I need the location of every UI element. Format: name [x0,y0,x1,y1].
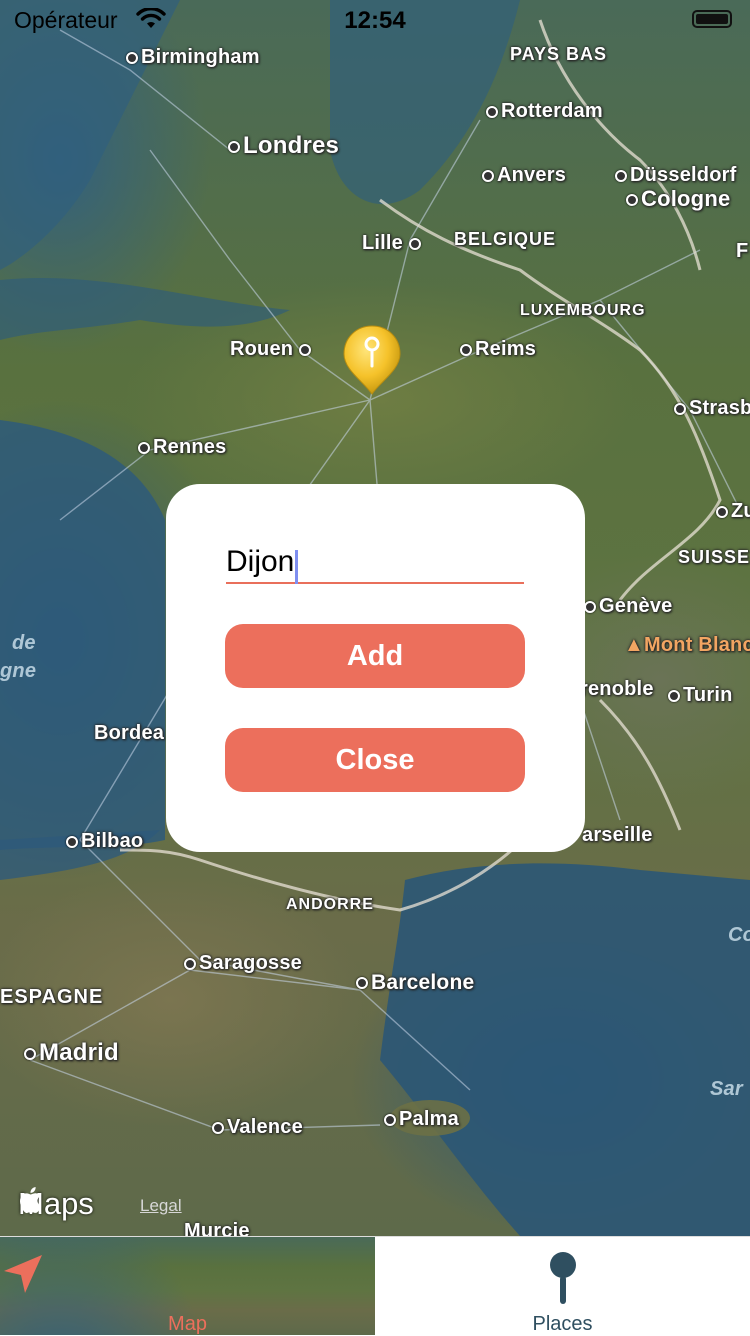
city-label-rennes[interactable]: Rennes [138,436,226,459]
city-dot [24,1047,36,1060]
city-label-anvers[interactable]: Anvers [482,164,566,187]
city-label-reims[interactable]: Reims [460,338,536,361]
add-button[interactable]: Add [225,624,525,688]
city-label-rotterdam[interactable]: Rotterdam [486,100,603,123]
country-label-suisse: SUISSE [678,547,750,567]
city-label-marseille[interactable]: arseille [582,824,653,847]
city-label-f-edge[interactable]: F [736,240,748,263]
map-pin-icon [375,1251,750,1307]
city-dot [668,689,680,702]
city-dot [138,441,150,454]
legal-link[interactable]: Legal [140,1196,182,1216]
city-dot [408,237,421,250]
country-label-andorre: ANDORRE [286,896,374,913]
city-label-zu[interactable]: Zu [716,500,750,523]
city-dot [66,835,78,848]
status-bar: Opérateur 12:54 [0,0,750,40]
city-label-rouen[interactable]: Rouen [230,338,314,361]
mountain-icon: ▲ [624,634,644,656]
status-time: 12:54 [344,7,406,34]
city-label-turin[interactable]: Turin [668,684,733,707]
sea-label-golfe-1: de [12,632,36,654]
city-dot [228,140,240,153]
city-label-saragosse[interactable]: Saragosse [184,952,302,975]
city-dot [482,169,494,182]
city-dot [716,505,728,518]
city-dot [460,343,472,356]
country-label-espagne: ESPAGNE [0,986,104,1008]
city-label-palma[interactable]: Palma [384,1108,459,1131]
apple-maps-logo: Maps [18,1186,94,1221]
tab-map-label: Map [168,1313,207,1335]
city-label-cologne[interactable]: Cologne [626,186,730,212]
city-label-murcie[interactable]: Murcie [184,1220,250,1236]
city-label-valence[interactable]: Valence [212,1116,303,1139]
country-label-luxembourg: LUXEMBOURG [520,302,646,319]
city-dot [384,1113,396,1126]
city-dot [626,194,638,207]
place-name-input[interactable]: Dijon [226,542,524,584]
place-name-input-value: Dijon [226,545,295,578]
battery-fill [696,14,728,24]
tab-bar: Map Places [0,1236,750,1335]
city-label-bordeaux[interactable]: Bordea [94,722,164,745]
peak-label-mont-blanc[interactable]: ▲Mont Blanc [624,634,750,657]
city-dot [212,1121,224,1134]
city-dot [615,169,627,182]
close-button[interactable]: Close [225,728,525,792]
city-label-londres[interactable]: Londres [228,132,339,160]
city-label-dusseldorf[interactable]: Düsseldorf [615,164,736,187]
city-dot [126,51,138,64]
add-place-dialog: Dijon Add Close [166,484,585,852]
city-dot [184,957,196,970]
battery-icon [692,10,732,28]
city-dot [674,402,686,415]
tab-places-label: Places [532,1313,593,1335]
sea-label-co-edge: Co [728,924,750,946]
city-dot [356,977,368,990]
sea-label-sar-edge: Sar [710,1078,743,1100]
city-dot [486,105,498,118]
city-label-geneve[interactable]: Genève [584,595,672,618]
country-label-pays-bas: PAYS BAS [510,44,608,64]
apple-icon [20,1187,42,1214]
city-label-barcelone[interactable]: Barcelone [356,971,474,995]
city-label-birmingham[interactable]: Birmingham [126,46,260,69]
tab-places[interactable]: Places [375,1237,750,1335]
city-label-grenoble[interactable]: renoble [580,678,654,701]
sea-label-golfe-2: gne [0,660,37,682]
city-dot [298,343,311,356]
city-label-lille[interactable]: Lille [362,232,424,255]
city-label-bilbao[interactable]: Bilbao [66,830,143,853]
text-caret [295,549,299,584]
city-dot [584,600,596,613]
city-label-madrid[interactable]: Madrid [24,1039,119,1067]
tab-map[interactable]: Map [0,1237,375,1335]
country-label-belgique: BELGIQUE [454,229,557,249]
city-label-strasb[interactable]: Strasb [674,397,750,420]
